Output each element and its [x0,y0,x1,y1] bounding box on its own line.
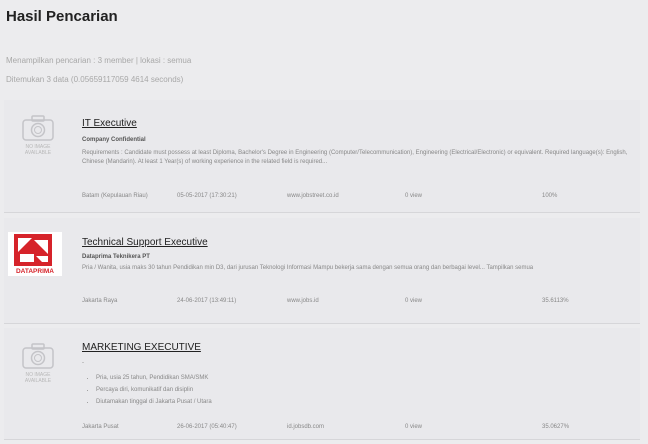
job-source-link[interactable]: www.jobstreet.co.id [287,193,339,199]
job-title-link[interactable]: MARKETING EXECUTIVE [82,342,201,353]
dataprima-logo-icon: DATAPRIMA [8,232,62,276]
result-card: NO IMAGE AVAILABLE MARKETING EXECUTIVE -… [4,328,640,440]
company-name: Dataprima Teknikera PT [82,254,150,260]
search-summary: Menampilkan pencarian : 3 member | lokas… [6,56,192,65]
company-name: Company Confidential [82,137,146,143]
list-item: Percaya diri, komunikatif dan disiplin [96,384,212,396]
job-requirements-list: Pria, usia 25 tahun, Pendidikan SMA/SMK … [96,372,212,408]
job-description: Requirements : Candidate must possess at… [82,150,628,165]
no-image-placeholder: NO IMAGE AVAILABLE [12,342,64,384]
job-date: 26-06-2017 (05:40:47) [177,424,237,430]
job-meta-row: Jakarta Raya 24-06-2017 (13:49:11) www.j… [82,298,634,307]
job-source-link[interactable]: id.jobsdb.com [287,424,324,430]
job-views: 0 view [405,298,423,304]
job-views: 0 view [405,424,423,430]
job-score: 35.6113% [542,298,569,304]
job-location: Jakarta Raya [82,298,118,304]
company-logo: DATAPRIMA [8,232,62,276]
job-date: 24-06-2017 (13:49:11) [177,298,237,304]
svg-text:DATAPRIMA: DATAPRIMA [16,268,54,275]
job-source-link[interactable]: www.jobs.id [287,298,319,304]
job-description: Pria / Wanita, usia maks 30 tahun Pendid… [82,265,534,271]
list-item: Pria, usia 25 tahun, Pendidikan SMA/SMK [96,372,212,384]
no-image-placeholder: NO IMAGE AVAILABLE [12,114,64,156]
camera-icon [22,115,54,141]
company-name: - [82,360,84,366]
job-meta-row: Jakarta Pusat 26-06-2017 (05:40:47) id.j… [82,424,634,433]
no-image-caption: NO IMAGE AVAILABLE [24,144,52,156]
page-title: Hasil Pencarian [6,8,118,25]
no-image-caption: NO IMAGE AVAILABLE [24,372,52,384]
job-views: 0 view [405,193,423,199]
list-item: Diutamakan tinggal di Jakarta Pusat / Ut… [96,396,212,408]
job-date: 05-05-2017 (17:30:21) [177,193,237,199]
job-title-link[interactable]: Technical Support Executive [82,237,208,248]
job-title-link[interactable]: IT Executive [82,118,137,129]
job-location: Batam (Kepulauan Riau) [82,193,148,199]
search-timing: Ditemukan 3 data (0.05659117059 4614 sec… [6,75,184,84]
job-location: Jakarta Pusat [82,424,119,430]
result-card: DATAPRIMA Technical Support Executive Da… [4,218,640,324]
job-score: 35.0627% [542,424,570,430]
job-score: 100% [542,193,558,199]
result-card: NO IMAGE AVAILABLE IT Executive Company … [4,100,640,213]
job-meta-row: Batam (Kepulauan Riau) 05-05-2017 (17:30… [82,193,634,202]
camera-icon [22,343,54,369]
